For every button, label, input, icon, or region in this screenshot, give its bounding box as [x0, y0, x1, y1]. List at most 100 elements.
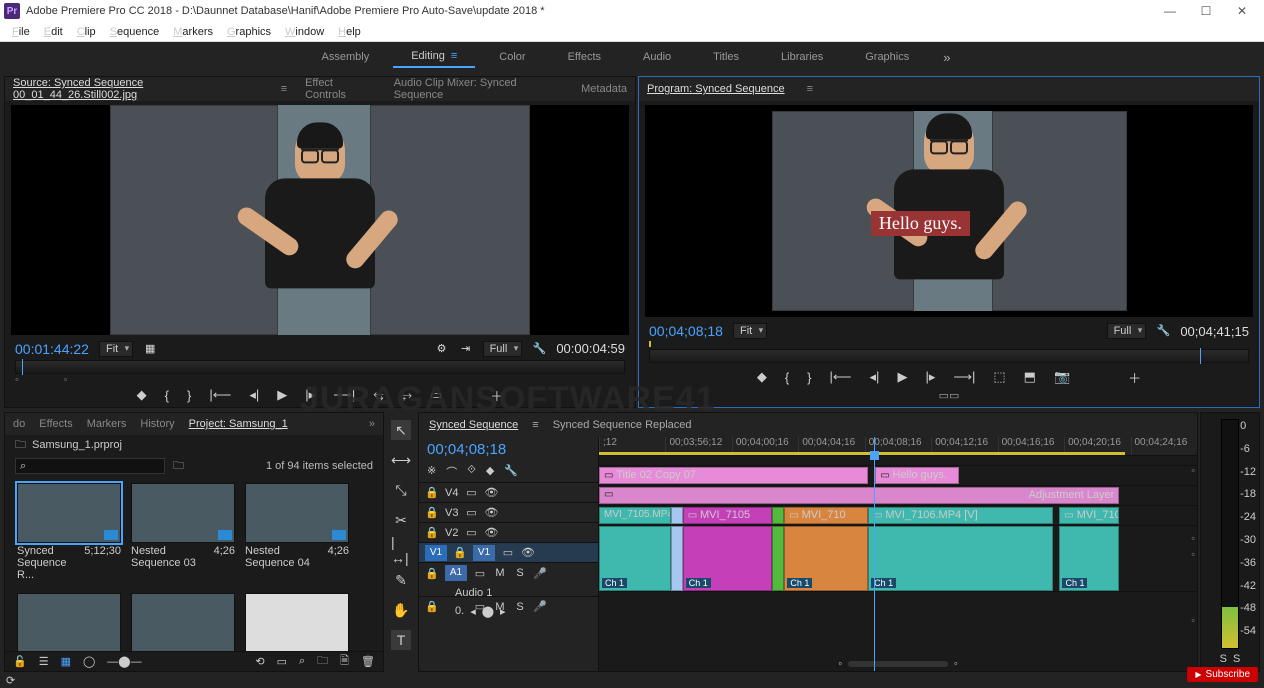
overflow-icon[interactable]: »	[369, 418, 375, 430]
menu-file[interactable]: File	[6, 24, 36, 40]
auto-sequence-icon[interactable]: ▭	[277, 655, 287, 668]
tab-history[interactable]: History	[140, 418, 174, 430]
program-timecode[interactable]: 00;04;08;18	[649, 323, 723, 339]
menu-sequence[interactable]: Sequence	[104, 24, 166, 40]
safe-margins-icon[interactable]: ▦	[143, 342, 157, 356]
delete-icon[interactable]: 🗑	[361, 655, 375, 668]
source-fit-dropdown[interactable]: Fit	[99, 341, 133, 357]
wrench-icon[interactable]: 🔧	[532, 342, 546, 356]
program-resolution-dropdown[interactable]: Full	[1107, 323, 1147, 339]
tab-effect-controls[interactable]: Effect Controls	[303, 75, 376, 103]
zoom-out-icon[interactable]: ◦	[838, 658, 842, 670]
tab-menu-icon[interactable]: ≡	[281, 83, 287, 95]
tab-source[interactable]: Source: Synced Sequence 00_01_44_26.Stil…	[11, 75, 261, 103]
zoom-slider[interactable]: —⬤—	[107, 655, 141, 668]
solo-left[interactable]: S	[1220, 653, 1227, 665]
maximize-button[interactable]: ☐	[1188, 4, 1224, 18]
add-button[interactable]: ＋	[490, 386, 503, 405]
track-header-row[interactable]: 🔒V3▭👁	[419, 502, 598, 522]
tab-program[interactable]: Program: Synced Sequence	[645, 81, 787, 97]
tab-menu-icon[interactable]: ≡	[807, 83, 813, 95]
timeline-timecode[interactable]: 00;04;08;18	[419, 437, 598, 462]
menu-window[interactable]: Window	[279, 24, 330, 40]
track-select-tool-icon[interactable]: ⟷	[391, 450, 411, 470]
go-to-in-button[interactable]: |⟵	[209, 387, 231, 403]
go-to-out-button[interactable]: ⟶|	[953, 369, 975, 385]
ripple-edit-tool-icon[interactable]: ⤡	[391, 480, 411, 500]
bin-item[interactable]	[245, 593, 349, 650]
clip-audio[interactable]	[772, 526, 784, 591]
menu-markers[interactable]: Markers	[167, 24, 219, 40]
zoom-in-icon[interactable]: ◦	[954, 658, 958, 670]
playhead[interactable]	[874, 437, 875, 671]
hand-tool-icon[interactable]: ✋	[391, 600, 411, 620]
drag-icon[interactable]: ⇥	[459, 342, 473, 356]
clip-audio[interactable]: Ch 1	[599, 526, 671, 591]
track-header-row[interactable]: V1🔒V1▭👁	[419, 542, 598, 562]
clip-video[interactable]: ▭ MVI_710	[784, 507, 868, 524]
go-to-out-button[interactable]: ⟶|	[333, 387, 355, 403]
workspace-menu-icon[interactable]: ≡	[451, 50, 457, 62]
source-scrubber[interactable]	[15, 360, 625, 374]
clip-audio[interactable]: Ch 1	[784, 526, 868, 591]
selection-tool-icon[interactable]: ↖	[391, 420, 411, 440]
play-button[interactable]: ▶	[897, 369, 907, 385]
timeline-ruler[interactable]: ;12 00;03;56;12 00;04;00;16 00;04;04;16 …	[599, 437, 1197, 455]
clip-video[interactable]: ▭ MVI_7105	[683, 507, 773, 524]
sort-icon[interactable]: ⟲	[255, 655, 264, 668]
source-viewer[interactable]	[11, 105, 629, 335]
tab-sequence[interactable]: Synced Sequence	[429, 419, 518, 431]
magnet-icon[interactable]: ⌒	[446, 464, 457, 480]
pen-tool-icon[interactable]: ✎	[391, 570, 411, 590]
export-frame-button[interactable]: 📷	[1054, 369, 1070, 385]
minimize-button[interactable]: —	[1152, 4, 1188, 18]
find-icon[interactable]: ⌕	[299, 655, 305, 668]
track-v3[interactable]: ▭ Title 02 Copy 07 ▭ Hello guys.	[599, 465, 1197, 485]
clip-video[interactable]: ▭ MVI_7106.M	[1059, 507, 1119, 524]
program-fit-dropdown[interactable]: Fit	[733, 323, 767, 339]
track-v1[interactable]: MVI_7105.MP4 [V] ▭ MVI_7105 ▭ MVI_710 ▭ …	[599, 505, 1197, 525]
track-a2[interactable]	[599, 591, 1197, 611]
menu-help[interactable]: Help	[332, 24, 367, 40]
program-viewer[interactable]: Hello guys.	[645, 105, 1253, 317]
marker-icon[interactable]: ◆	[486, 464, 494, 480]
wrench-icon[interactable]: 🔧	[1156, 324, 1170, 338]
tab-project[interactable]: Project: Samsung_1	[189, 418, 288, 430]
tab-menu-icon[interactable]: ≡	[532, 419, 538, 431]
tab-metadata[interactable]: Metadata	[579, 81, 629, 97]
bin-item[interactable]: Nested Sequence 044;26	[245, 483, 349, 583]
step-forward-button[interactable]: |▸	[925, 369, 935, 385]
mark-in-button[interactable]: {	[165, 388, 169, 403]
new-item-icon[interactable]: 🗎	[340, 652, 349, 671]
menu-graphics[interactable]: Graphics	[221, 24, 277, 40]
clip-audio[interactable]: Ch 1	[683, 526, 773, 591]
bin-item[interactable]	[17, 593, 121, 650]
rw-toggle-icon[interactable]: 🔓	[13, 655, 27, 668]
type-tool-icon[interactable]: T	[391, 630, 411, 650]
list-view-icon[interactable]: ☰	[39, 655, 49, 668]
filter-bin-icon[interactable]: 🗀	[173, 457, 184, 476]
track-header-row[interactable]: 🔒V2▭👁	[419, 522, 598, 542]
link-selection-icon[interactable]: ⟐	[467, 464, 476, 480]
mark-out-button[interactable]: }	[187, 388, 191, 403]
snap-icon[interactable]: ※	[427, 464, 436, 480]
clip-adjustment[interactable]: ▭ Adjustment Layer	[599, 487, 1119, 504]
sync-icon[interactable]: ⟳	[6, 674, 15, 687]
track-header-row[interactable]: 🔒V4▭👁	[419, 482, 598, 502]
clip-video[interactable]: MVI_7105.MP4 [V]	[599, 507, 671, 524]
go-to-in-button[interactable]: |⟵	[830, 369, 852, 385]
workspace-effects[interactable]: Effects	[550, 47, 619, 67]
extract-button[interactable]: ⬒	[1024, 369, 1036, 385]
workspace-graphics[interactable]: Graphics	[847, 47, 927, 67]
bin-item[interactable]: Nested Sequence 034;26	[131, 483, 235, 583]
wrench-icon[interactable]: 🔧	[504, 464, 518, 480]
workspace-audio[interactable]: Audio	[625, 47, 689, 67]
freeform-view-icon[interactable]: ◯	[83, 655, 95, 668]
track-a1[interactable]: Ch 1 Ch 1 Ch 1 Ch 1 Ch 1	[599, 525, 1197, 591]
step-back-button[interactable]: ◂|	[870, 369, 880, 385]
track-v2[interactable]: ▭ Adjustment Layer	[599, 485, 1197, 505]
comparison-view-icon[interactable]: ▭▭	[639, 389, 1259, 407]
add-marker-button[interactable]: ◆	[757, 369, 767, 385]
workspace-overflow-icon[interactable]: »	[933, 50, 960, 65]
program-scrubber[interactable]	[649, 349, 1249, 363]
